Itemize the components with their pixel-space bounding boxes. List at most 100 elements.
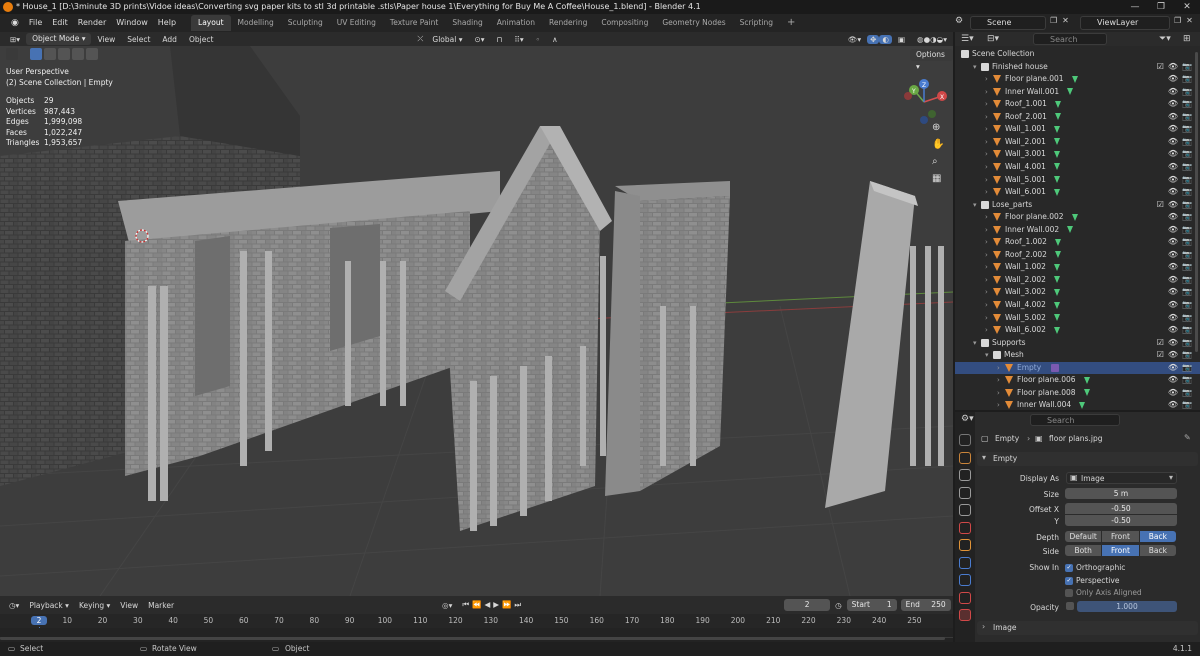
snap-icon[interactable]: ⊓ [491,35,509,44]
visibility-toggles[interactable]: 👁📷 [1168,136,1196,149]
workspace-tab-modelling[interactable]: Modelling [231,15,281,31]
expand-chevron-icon[interactable]: › [985,73,993,86]
expand-chevron-icon[interactable]: › [985,148,993,161]
scene-tab-icon[interactable] [959,504,971,516]
visibility-toggles[interactable]: 👁📷 [1168,236,1196,249]
expand-chevron-icon[interactable]: › [985,98,993,111]
outliner-display-mode-icon[interactable]: ⊟▾ [987,34,999,44]
expand-chevron-icon[interactable]: › [997,399,1005,410]
visibility-toggles[interactable]: 👁📷 [1168,299,1196,312]
mesh-data-icon[interactable] [1053,176,1060,183]
visibility-icon[interactable]: 👁▾ [842,35,867,44]
mesh-data-icon[interactable] [1053,288,1060,296]
visibility-toggles[interactable]: 👁📷 [1168,148,1196,161]
timeline-scrollbar[interactable] [0,637,945,640]
timeline-menu-marker[interactable]: Marker [143,601,179,610]
outliner-item-floor-plane-008[interactable]: › Floor plane.008 👁📷 [955,387,1200,400]
visibility-toggles[interactable]: 👁📷 [1168,161,1196,174]
checkbox-icon[interactable] [1065,589,1073,597]
outliner-item-inner-wall-001[interactable]: › Inner Wall.001 👁📷 [955,86,1200,99]
visibility-toggles[interactable]: 👁📷 [1168,123,1196,136]
xray-toggle-icon[interactable]: ▣ [892,35,911,44]
mesh-data-icon[interactable] [1053,314,1060,322]
physics-tab-icon[interactable] [959,574,971,586]
expand-chevron-icon[interactable]: › [997,362,1005,375]
expand-chevron-icon[interactable]: › [997,374,1005,387]
outliner-item-wall-2-001[interactable]: › Wall_2.001 👁📷 [955,136,1200,149]
outliner-scrollbar[interactable] [1195,52,1198,352]
workspace-tab-rendering[interactable]: Rendering [542,15,594,31]
expand-chevron-icon[interactable]: › [985,111,993,124]
workspace-tab-sculpting[interactable]: Sculpting [281,15,330,31]
mesh-data-icon[interactable] [1079,401,1086,409]
visibility-toggles[interactable]: 👁📷 [1168,86,1196,99]
depth-option-front[interactable]: Front [1102,531,1139,542]
expand-chevron-icon[interactable]: › [985,86,993,99]
offset-x-field[interactable]: -0.50 [1065,503,1177,514]
gizmo-toggle-icon[interactable]: ✥ [867,34,880,44]
side-option-front[interactable]: Front [1102,545,1139,556]
visibility-toggles[interactable]: 👁📷 [1168,274,1196,287]
frame-start-field[interactable]: Start 1 [846,599,897,611]
mesh-data-icon[interactable] [1067,226,1074,234]
scene-action-icons[interactable]: ❐✕ [1050,16,1074,25]
outliner-item-floor-plane-006[interactable]: › Floor plane.006 👁📷 [955,374,1200,387]
size-field[interactable]: 5 m [1065,488,1177,499]
visibility-toggles[interactable]: 👁📷 [1168,387,1196,400]
playback-controls[interactable]: ⏮⏪◀▶⏩⏭ [457,600,529,610]
constraints-tab-icon[interactable] [959,591,971,604]
outliner-item-inner-wall-002[interactable]: › Inner Wall.002 👁📷 [955,224,1200,237]
perspective-grid-icon[interactable]: ▦ [932,173,944,184]
data-tab-icon[interactable] [959,609,971,621]
image-panel-header[interactable]: › Image [977,621,1198,635]
menu-edit[interactable]: Edit [47,14,73,32]
timeline-menu-playback[interactable]: Playback ▾ [24,601,74,610]
frame-end-field[interactable]: End 250 [900,599,951,611]
outliner-item-supports[interactable]: ▾ Supports ☑👁📷 [955,337,1200,350]
viewport-menu-object[interactable]: Object [183,35,219,44]
pivot-point-icon[interactable]: ⊙▾ [468,35,490,44]
outliner-item-wall-4-002[interactable]: › Wall_4.002 👁📷 [955,299,1200,312]
side-option-back[interactable]: Back [1139,545,1176,556]
visibility-toggles[interactable]: ☑👁📷 [1157,337,1196,350]
gizmo-neg-z-icon[interactable] [920,116,928,124]
minimize-button[interactable]: — [1122,0,1148,14]
visibility-toggles[interactable]: 👁📷 [1168,312,1196,325]
outliner-item-mesh[interactable]: ▾ Mesh ☑👁📷 [955,349,1200,362]
blender-menu-icon[interactable]: ◉ [6,14,24,32]
workspace-tab-compositing[interactable]: Compositing [594,15,655,31]
expand-chevron-icon[interactable]: › [985,224,993,237]
visibility-toggles[interactable]: 👁📷 [1168,399,1196,410]
gizmo-neg-y-icon[interactable] [928,110,936,118]
expand-chevron-icon[interactable]: › [985,274,993,287]
expand-chevron-icon[interactable]: ▾ [973,337,981,350]
expand-chevron-icon[interactable]: › [985,161,993,174]
tool-tab-icon[interactable] [959,434,971,446]
workspace-tab-geometry-nodes[interactable]: Geometry Nodes [655,15,732,31]
outliner-item-scene-collection[interactable]: Scene Collection [955,48,1200,61]
menu-file[interactable]: File [24,14,47,32]
camera-view-icon[interactable]: ⌕ [932,156,944,167]
mesh-data-icon[interactable] [1054,251,1061,259]
properties-editor-icon[interactable]: ⚙▾ [961,414,974,424]
empty-panel-header[interactable]: ▾ Empty [977,452,1198,466]
outliner-item-floor-plane-001[interactable]: › Floor plane.001 👁📷 [955,73,1200,86]
expand-chevron-icon[interactable]: › [985,261,993,274]
outliner-item-roof-1-002[interactable]: › Roof_1.002 👁📷 [955,236,1200,249]
expand-chevron-icon[interactable]: › [985,286,993,299]
visibility-toggles[interactable]: 👁📷 [1168,186,1196,199]
new-collection-icon[interactable]: ⊞ [1183,34,1191,44]
outliner-filter-icon[interactable]: ⏷▾ [1159,34,1171,44]
show-in-orthographic[interactable]: ✓ Orthographic [1065,563,1125,572]
current-frame-field[interactable]: 2 [784,599,831,611]
timeline-track[interactable] [0,628,953,642]
viewport-menu-select[interactable]: Select [121,35,156,44]
select-mode-new-icon[interactable] [30,48,42,60]
expand-chevron-icon[interactable]: › [985,123,993,136]
falloff-icon[interactable]: ∧ [546,35,564,44]
depth-option-default[interactable]: Default [1065,531,1102,542]
scene-name-field[interactable]: Scene [970,16,1046,30]
modifier-tab-icon[interactable] [959,556,971,569]
visibility-toggles[interactable]: 👁📷 [1168,261,1196,274]
overlay-toggle-icon[interactable]: ◐ [879,34,892,44]
